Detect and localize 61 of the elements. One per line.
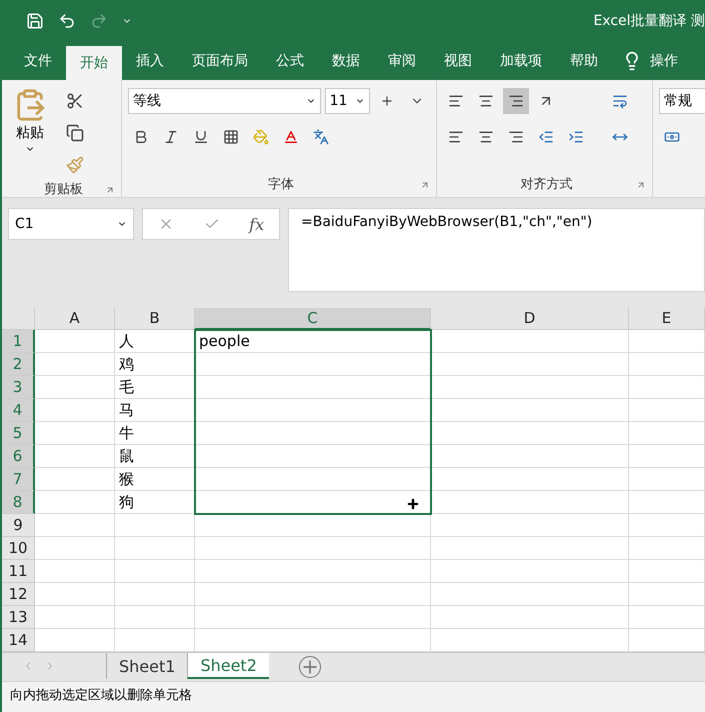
row-header[interactable]: 5 <box>2 422 35 445</box>
row-header[interactable]: 6 <box>2 445 35 468</box>
column-header[interactable]: D <box>431 308 629 330</box>
insert-function-button[interactable]: fx <box>249 214 264 234</box>
window-title: Excel批量翻译 测 <box>593 12 705 30</box>
table-cell: 狗 <box>115 491 195 514</box>
group-label: 剪贴板 <box>44 181 83 199</box>
tell-me-label[interactable]: 操作 <box>650 52 678 70</box>
add-sheet-icon[interactable] <box>298 656 321 678</box>
formula-field[interactable]: =BaiduFanyiByWebBrowser(B1,"ch","en") <box>288 208 705 292</box>
number-format-field[interactable]: 常规 <box>659 88 705 114</box>
sheet-tab[interactable]: Sheet2 <box>187 653 269 679</box>
table-cell: 猴 <box>115 468 195 491</box>
row-header[interactable]: 1 <box>2 330 35 353</box>
name-box[interactable]: C1 <box>8 208 134 240</box>
column-header[interactable]: B <box>115 308 195 330</box>
vertical-align-icon[interactable] <box>503 88 529 114</box>
table-cell: 鼠 <box>115 445 195 468</box>
ribbon-tab[interactable]: 文件 <box>10 42 66 80</box>
ribbon-tab[interactable]: 开始 <box>66 46 122 80</box>
group-label: 字体 <box>268 176 294 194</box>
column-header[interactable]: E <box>629 308 705 330</box>
table-cell: 马 <box>115 399 195 422</box>
row-header[interactable]: 4 <box>2 399 35 422</box>
ribbon-tab[interactable]: 审阅 <box>374 42 430 80</box>
undo-icon[interactable] <box>58 12 76 30</box>
ribbon-tab[interactable]: 插入 <box>122 42 178 80</box>
save-icon[interactable] <box>26 12 44 30</box>
column-header[interactable]: C <box>195 308 431 330</box>
row-header[interactable]: 14 <box>2 629 35 652</box>
table-cell: 牛 <box>115 422 195 445</box>
column-header[interactable]: A <box>35 308 115 330</box>
launcher-icon[interactable] <box>636 180 646 190</box>
launcher-icon[interactable] <box>420 180 430 190</box>
font-size-field[interactable]: 11 <box>324 88 370 114</box>
table-cell: 鸡 <box>115 353 195 376</box>
paste-button[interactable]: 粘贴 <box>8 88 52 178</box>
status-bar: 向内拖动选定区域以删除单元格 <box>2 681 705 712</box>
ribbon-tab[interactable]: 加载项 <box>486 42 556 80</box>
sheet-tab[interactable]: Sheet1 <box>106 653 188 679</box>
table-cell: people <box>195 330 431 353</box>
ribbon-tab[interactable]: 页面布局 <box>178 42 262 80</box>
row-header[interactable]: 11 <box>2 560 35 583</box>
table-cell: 毛 <box>115 376 195 399</box>
row-header[interactable]: 10 <box>2 537 35 560</box>
fill-cursor-icon <box>406 497 420 511</box>
table-cell: 人 <box>115 330 195 353</box>
row-header[interactable]: 7 <box>2 468 35 491</box>
ribbon-tab[interactable]: 公式 <box>262 42 318 80</box>
row-header[interactable]: 8 <box>2 491 35 514</box>
row-header[interactable]: 2 <box>2 353 35 376</box>
ribbon-tab[interactable]: 帮助 <box>556 42 612 80</box>
row-header[interactable]: 13 <box>2 606 35 629</box>
ribbon-tab[interactable]: 数据 <box>318 42 374 80</box>
launcher-icon[interactable] <box>105 185 115 195</box>
row-header[interactable]: 3 <box>2 376 35 399</box>
row-header[interactable]: 12 <box>2 583 35 606</box>
row-header[interactable]: 9 <box>2 514 35 537</box>
font-name-field[interactable]: 等线 <box>128 88 321 114</box>
ribbon-tab[interactable]: 视图 <box>430 42 486 80</box>
group-label: 对齐方式 <box>520 176 572 194</box>
